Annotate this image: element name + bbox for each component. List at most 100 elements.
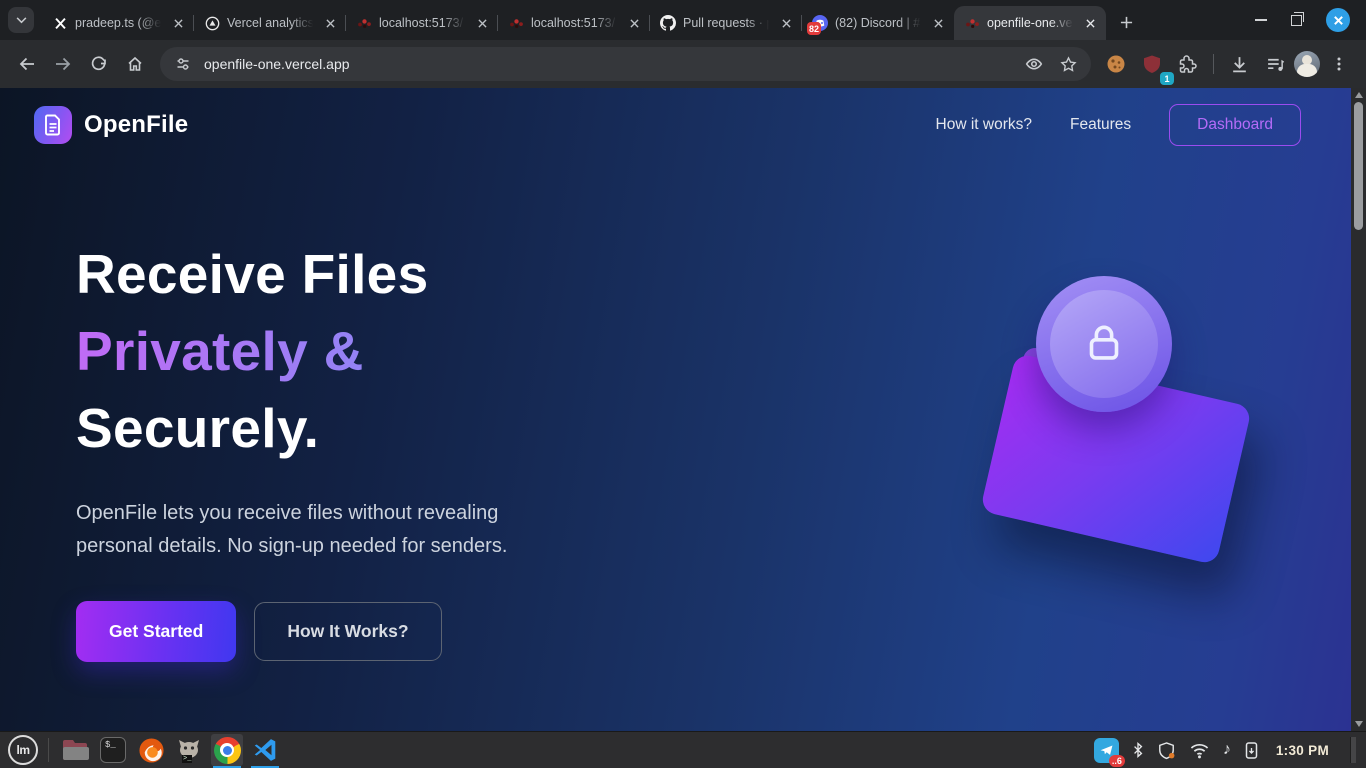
extensions-puzzle-icon[interactable] [1171, 47, 1205, 81]
discord-badge: 82 [807, 22, 821, 35]
tab-close-icon[interactable] [930, 15, 946, 31]
clock[interactable]: 1:30 PM [1276, 743, 1329, 758]
tab-title: localhost:5173/ [379, 16, 467, 30]
close-window-button[interactable] [1326, 8, 1350, 32]
show-desktop-button[interactable] [1350, 737, 1356, 763]
preview-eye-icon[interactable] [1021, 51, 1047, 77]
security-shield-tray-icon[interactable] [1157, 741, 1176, 760]
tab-title: Pull requests · p [683, 16, 771, 30]
hero-heading: Receive Files Privately & Securely. [76, 236, 646, 467]
hero-line-2: Privately & [76, 313, 646, 390]
tab-discord[interactable]: 82 (82) Discord | # [802, 6, 954, 40]
browser-window: pradeep.ts (@ex Vercel analytics [0, 0, 1366, 731]
toolbar-separator [1213, 54, 1214, 74]
vscode-icon [252, 737, 278, 763]
screen: pradeep.ts (@ex Vercel analytics [0, 0, 1366, 768]
chrome-launcher-active[interactable] [211, 734, 243, 766]
site-header: OpenFile How it works? Features Dashboar… [0, 88, 1351, 162]
vscode-launcher[interactable] [249, 734, 281, 766]
folder-illustration [980, 266, 1290, 606]
webpage: OpenFile How it works? Features Dashboar… [0, 88, 1366, 731]
x-logo-icon [52, 15, 68, 31]
chevron-down-icon [16, 17, 27, 24]
kitty-prompt-glyph: >_ [182, 755, 192, 763]
app-dots-icon [508, 15, 524, 31]
terminal-icon: $_ [100, 737, 126, 763]
kitty-terminal-launcher[interactable]: >_ [173, 734, 205, 766]
telegram-badge: ..6 [1109, 755, 1125, 767]
address-bar[interactable]: openfile-one.vercel.app [160, 47, 1091, 81]
telegram-tray-icon[interactable]: ..6 [1094, 738, 1119, 763]
lock-icon [1079, 319, 1129, 369]
music-player-tray-icon[interactable]: ♪ [1223, 741, 1231, 759]
tab-close-icon[interactable] [170, 15, 186, 31]
app-dots-icon [356, 15, 372, 31]
window-controls [1255, 8, 1360, 40]
firefox-launcher[interactable] [135, 734, 167, 766]
tab-vercel[interactable]: Vercel analytics [194, 6, 346, 40]
restore-button[interactable] [1291, 15, 1302, 26]
tab-close-icon[interactable] [322, 15, 338, 31]
scroll-down-arrow[interactable] [1355, 721, 1363, 727]
tab-close-icon[interactable] [474, 15, 490, 31]
plus-icon [1120, 16, 1133, 29]
tab-localhost-1[interactable]: localhost:5173/ [346, 6, 498, 40]
mint-logo-icon: lm [16, 743, 29, 757]
bluetooth-tray-icon[interactable] [1132, 741, 1144, 759]
url-text[interactable]: openfile-one.vercel.app [204, 56, 1013, 72]
tab-localhost-2[interactable]: localhost:5173/ [498, 6, 650, 40]
tab-search-button[interactable] [8, 7, 34, 33]
how-it-works-button[interactable]: How It Works? [254, 602, 441, 661]
minimize-button[interactable] [1255, 19, 1267, 21]
downloads-icon[interactable] [1222, 47, 1256, 81]
browser-menu-icon[interactable] [1322, 47, 1356, 81]
tab-close-icon[interactable] [626, 15, 642, 31]
nav-features[interactable]: Features [1070, 116, 1131, 134]
webpage-content: OpenFile How it works? Features Dashboar… [0, 88, 1351, 731]
bookmark-star-icon[interactable] [1055, 51, 1081, 77]
tab-title: Vercel analytics [227, 16, 315, 30]
tab-title: pradeep.ts (@ex [75, 16, 163, 30]
taskbar: lm $_ >_ [0, 731, 1366, 768]
scrollbar-thumb[interactable] [1354, 102, 1363, 230]
file-manager-launcher[interactable] [59, 734, 91, 766]
page-scrollbar[interactable] [1351, 88, 1366, 731]
hero-section: Receive Files Privately & Securely. Open… [76, 236, 646, 662]
profile-avatar[interactable] [1294, 51, 1320, 77]
tab-close-icon[interactable] [1082, 15, 1098, 31]
battery-tray-icon[interactable] [1244, 741, 1259, 760]
hero-subtitle: OpenFile lets you receive files without … [76, 497, 546, 563]
cookie-extension-icon[interactable] [1099, 47, 1133, 81]
firefox-icon [138, 737, 165, 764]
terminal-launcher[interactable]: $_ [97, 734, 129, 766]
back-button[interactable] [10, 47, 44, 81]
scroll-up-arrow[interactable] [1355, 92, 1363, 98]
tab-openfile-active[interactable]: openfile-one.ve [954, 6, 1106, 40]
brand-name: OpenFile [84, 111, 188, 139]
new-tab-button[interactable] [1112, 8, 1140, 36]
nav-how-it-works[interactable]: How it works? [936, 116, 1032, 134]
brand[interactable]: OpenFile [34, 106, 188, 144]
reload-button[interactable] [82, 47, 116, 81]
lock-badge-circle [1036, 276, 1172, 412]
dashboard-button[interactable]: Dashboard [1169, 104, 1301, 146]
get-started-button[interactable]: Get Started [76, 601, 236, 662]
chrome-icon [214, 737, 241, 764]
media-playlist-icon[interactable] [1258, 47, 1292, 81]
tab-pradeep[interactable]: pradeep.ts (@ex [42, 6, 194, 40]
privacy-shield-extension-icon[interactable]: 1 [1135, 47, 1169, 81]
tab-close-icon[interactable] [778, 15, 794, 31]
taskbar-divider [48, 738, 49, 762]
site-settings-icon[interactable] [170, 51, 196, 77]
tab-github[interactable]: Pull requests · p [650, 6, 802, 40]
tab-strip: pradeep.ts (@ex Vercel analytics [0, 0, 1366, 40]
mint-menu-button[interactable]: lm [8, 735, 38, 765]
vercel-icon [204, 15, 220, 31]
forward-button[interactable] [46, 47, 80, 81]
wifi-tray-icon[interactable] [1189, 742, 1210, 759]
home-button[interactable] [118, 47, 152, 81]
tab-title: openfile-one.ve [987, 16, 1075, 30]
shield-badge: 1 [1160, 72, 1174, 85]
app-dots-icon [964, 15, 980, 31]
system-tray: ..6 ♪ 1:30 PM [1094, 737, 1362, 763]
